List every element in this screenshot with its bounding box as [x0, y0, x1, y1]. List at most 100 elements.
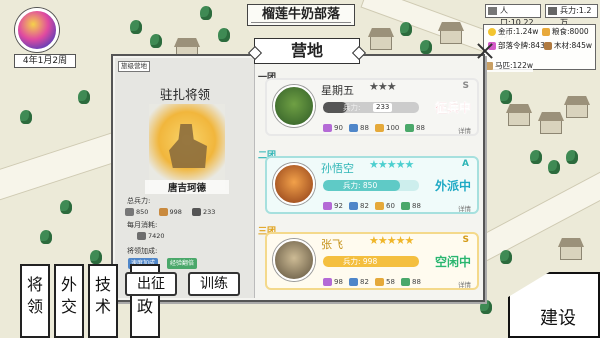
detail-link[interactable]: 详情	[458, 279, 471, 289]
tree-icon	[566, 150, 578, 164]
menu-diplomacy[interactable]: 外交	[54, 264, 84, 338]
gold-icon	[488, 28, 496, 36]
defense-stat: 82	[349, 202, 369, 210]
date-display: 4年1月2周	[14, 54, 76, 68]
tree-icon	[500, 90, 512, 104]
infantry-stat: 850	[125, 208, 148, 216]
garrison-title: 驻扎将领	[159, 87, 210, 102]
defense-stat: 88	[349, 124, 369, 132]
house-icon	[540, 120, 562, 134]
general-name: 星期五	[321, 84, 354, 97]
defense-stat: 82	[349, 278, 369, 286]
troop-bar: 兵力: 850	[323, 180, 419, 191]
wood-counter: 木材:845w	[544, 41, 592, 51]
food-counter: 粮食:8000	[542, 27, 589, 37]
banner-icon	[401, 278, 410, 286]
gold-counter: 金币:1.24w	[488, 27, 538, 37]
infantry-icon	[125, 208, 134, 216]
troop-value: 233	[373, 103, 393, 112]
troops-icon	[548, 7, 557, 15]
tree-icon	[40, 230, 52, 244]
house-icon	[370, 36, 392, 50]
general-avatar	[273, 239, 315, 281]
house-icon	[560, 246, 582, 260]
team-card-1[interactable]: 星期五 ★★★ S 兵力: 233 征兵中 90 88 100 88 详情	[265, 78, 479, 136]
team-card-2[interactable]: 孙悟空 ★★★★★ A 兵力: 850 外派中 92 82 60 88 详情	[265, 156, 479, 214]
expedition-button[interactable]: 出征	[125, 272, 177, 296]
troop-label: 兵力: 850	[343, 181, 378, 190]
attack-stat: 98	[323, 278, 343, 286]
tribe-name-banner: 榴莲牛奶部落	[247, 4, 355, 26]
house-icon	[566, 104, 588, 118]
cavalry-stat: 998	[158, 208, 182, 216]
tree-icon	[480, 300, 492, 314]
archer-icon	[192, 208, 201, 216]
troop-bar: 兵力: 998	[323, 256, 419, 267]
archer-stat: 233	[192, 208, 215, 216]
close-icon[interactable]	[476, 42, 494, 60]
garrison-pane: 旅级营地 驻扎将领 唐吉珂德 总兵力: 850 998 233 每月消耗: 74…	[115, 58, 255, 298]
command-stat: 88	[401, 202, 421, 210]
population-counter: 人口:10.22万	[485, 4, 541, 39]
menu-technology-label: 技术	[94, 275, 111, 316]
shield-icon	[349, 124, 358, 132]
status-badge: 征兵中	[434, 101, 471, 115]
troop-bar: 兵力: 233	[323, 102, 419, 113]
cavalry-icon	[158, 208, 168, 216]
tree-icon	[78, 90, 90, 104]
tree-icon	[530, 150, 542, 164]
monthly-cost-row: 7420	[137, 232, 173, 240]
menu-technology[interactable]: 技术	[88, 264, 118, 338]
monthly-cost-value: 7420	[137, 232, 165, 240]
team-card-3[interactable]: 张飞 ★★★★★ S 兵力: 998 空闲中 98 82 58 88 详情	[265, 232, 479, 290]
bonus-label: 将领加成:	[127, 247, 158, 255]
tree-icon	[60, 200, 72, 214]
general-avatar	[273, 85, 315, 127]
camp-level-tag: 旅级营地	[118, 61, 150, 72]
total-troops-label: 总兵力:	[127, 197, 151, 205]
exp-bonus-tag: 经验翻倍	[167, 258, 198, 269]
banner-icon	[401, 202, 410, 210]
star-rating: ★★★★★	[369, 158, 414, 171]
star-rating: ★★★★★	[369, 234, 414, 247]
general-avatar	[273, 163, 315, 205]
intellect-stat: 60	[375, 202, 395, 210]
book-icon	[375, 202, 384, 210]
dialog-title: 营地	[254, 38, 360, 64]
menu-diplomacy-label: 外交	[60, 275, 77, 316]
command-stat: 88	[401, 278, 421, 286]
tree-icon	[500, 250, 512, 264]
intellect-stat: 100	[375, 124, 399, 132]
train-button[interactable]: 训练	[188, 272, 240, 296]
player-avatar[interactable]	[15, 8, 59, 52]
tree-icon	[20, 110, 32, 124]
house-icon	[440, 30, 462, 44]
book-icon	[375, 124, 384, 132]
detail-link[interactable]: 详情	[458, 203, 471, 213]
knight-icon	[169, 124, 207, 168]
grade-badge: S	[462, 81, 469, 91]
population-icon	[488, 7, 497, 15]
wood-icon	[544, 42, 552, 50]
troop-label: 兵力: 998	[343, 257, 378, 266]
food-icon	[542, 28, 550, 36]
general-name: 孙悟空	[321, 162, 354, 175]
tree-icon	[150, 34, 162, 48]
menu-generals[interactable]: 将领	[20, 264, 50, 338]
tree-icon	[548, 160, 560, 174]
grade-badge: S	[462, 235, 469, 245]
tree-icon	[400, 22, 412, 36]
tribe-orders-counter: 部落令牌:843	[488, 41, 545, 51]
star-rating: ★★★	[369, 80, 397, 93]
banner-icon	[405, 124, 414, 132]
sword-icon	[323, 278, 332, 286]
tree-icon	[420, 40, 432, 54]
tree-icon	[218, 28, 230, 42]
tree-icon	[200, 6, 212, 20]
detail-link[interactable]: 详情	[458, 125, 471, 135]
troop-stats: 850 998 233	[125, 208, 223, 216]
troops-counter: 兵力:1.2万	[545, 4, 598, 27]
shield-icon	[349, 202, 358, 210]
shield-icon	[349, 278, 358, 286]
general-portrait[interactable]	[149, 104, 225, 190]
